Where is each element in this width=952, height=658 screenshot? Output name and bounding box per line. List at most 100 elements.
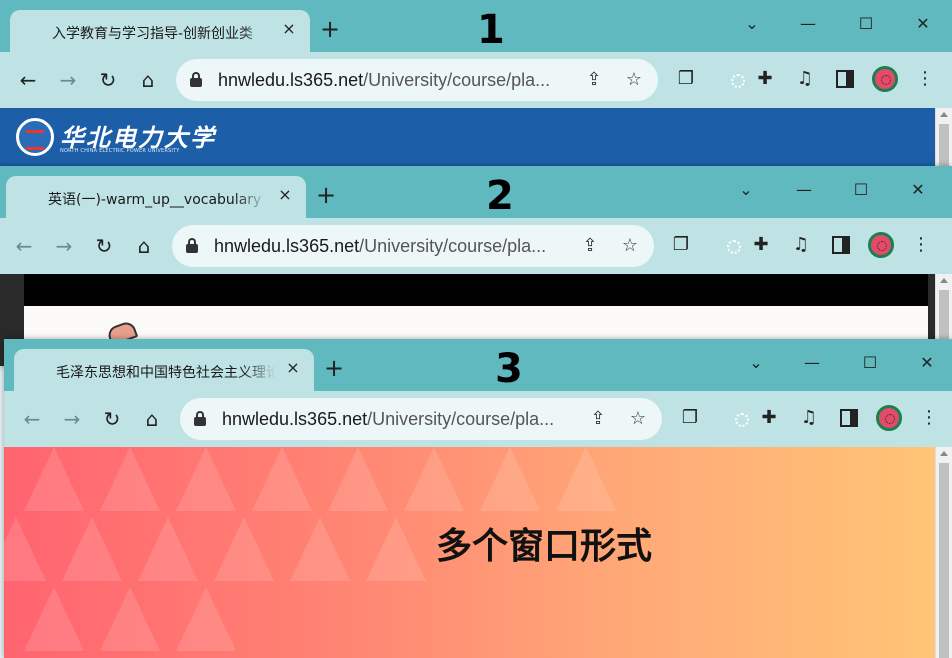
- vertical-scrollbar[interactable]: [935, 447, 952, 658]
- tab-title: 英语(一)-warm_up__vocabulary: [48, 192, 262, 208]
- tab-search-chevron-icon[interactable]: ⌄: [734, 178, 758, 202]
- new-tab-button[interactable]: +: [316, 16, 344, 44]
- address-bar[interactable]: hnwledu.ls365.net/University/course/pla.…: [176, 59, 658, 101]
- extensions-puzzle-icon[interactable]: ✚: [748, 232, 774, 258]
- menu-kebab-icon[interactable]: ⋮: [908, 232, 934, 258]
- bookmark-star-icon[interactable]: ☆: [626, 407, 650, 431]
- lock-icon[interactable]: [186, 238, 198, 254]
- window-number-label: 1: [477, 7, 505, 53]
- active-tab[interactable]: 英语(一)-warm_up__vocabulary ×: [6, 176, 306, 218]
- tab-close-icon[interactable]: ×: [276, 186, 294, 204]
- profile-avatar[interactable]: [872, 66, 898, 92]
- bookmark-star-icon[interactable]: ☆: [622, 68, 646, 92]
- window-close-button[interactable]: ✕: [911, 12, 935, 36]
- triangle-decoration: [214, 517, 274, 581]
- tab-search-chevron-icon[interactable]: ⌄: [744, 351, 768, 375]
- red-extension-icon[interactable]: [712, 66, 738, 92]
- media-control-icon[interactable]: ♫: [792, 66, 818, 92]
- active-tab[interactable]: 入学教育与学习指导-创新创业类 ×: [10, 10, 310, 52]
- tab-manager-extension-icon[interactable]: ❐: [677, 405, 703, 431]
- forward-button[interactable]: →: [50, 232, 78, 260]
- maximize-button[interactable]: ☐: [849, 178, 873, 202]
- tab-manager-extension-icon[interactable]: ❐: [668, 232, 694, 258]
- university-english-name: NORTH CHINA ELECTRIC POWER UNIVERSITY: [60, 148, 180, 154]
- triangle-decoration: [24, 587, 84, 651]
- lock-icon[interactable]: [190, 72, 202, 88]
- forward-button[interactable]: →: [58, 405, 86, 433]
- minimize-button[interactable]: —: [796, 12, 820, 36]
- extensions-puzzle-icon[interactable]: ✚: [756, 405, 782, 431]
- triangle-decoration: [100, 447, 160, 511]
- triangle-decoration: [176, 587, 236, 651]
- triangle-decoration: [328, 447, 388, 511]
- browser-window-2[interactable]: 英语(一)-warm_up__vocabulary × + 2 ⌄ — ☐ ✕ …: [0, 166, 952, 366]
- minimize-button[interactable]: —: [792, 178, 816, 202]
- page-content: 多个窗口形式: [4, 447, 952, 658]
- side-panel-icon[interactable]: [828, 232, 854, 258]
- triangle-decoration: [556, 447, 616, 511]
- side-panel-icon[interactable]: [832, 66, 858, 92]
- home-button[interactable]: ⌂: [138, 405, 166, 433]
- window-close-button[interactable]: ✕: [915, 351, 939, 375]
- title-bar: 毛泽东思想和中国特色社会主义理论 × + 3 ⌄ — ☐ ✕: [4, 339, 952, 391]
- title-bar: 入学教育与学习指导-创新创业类 × + 1 ⌄ — ☐ ✕: [0, 0, 952, 52]
- red-extension-icon[interactable]: [716, 405, 742, 431]
- reload-button[interactable]: ↻: [94, 66, 122, 94]
- share-icon[interactable]: ⇪: [582, 68, 606, 92]
- triangle-decoration: [404, 447, 464, 511]
- tab-manager-extension-icon[interactable]: ❐: [673, 66, 699, 92]
- reload-button[interactable]: ↻: [90, 232, 118, 260]
- back-button[interactable]: ←: [18, 405, 46, 433]
- browser-window-3[interactable]: 毛泽东思想和中国特色社会主义理论 × + 3 ⌄ — ☐ ✕ ← → ↻ ⌂ h…: [4, 339, 952, 658]
- lock-icon[interactable]: [194, 411, 206, 427]
- home-button[interactable]: ⌂: [134, 66, 162, 94]
- triangle-decoration: [290, 517, 350, 581]
- new-tab-button[interactable]: +: [320, 355, 348, 383]
- triangle-decoration: [366, 517, 426, 581]
- browser-toolbar: ← → ↻ ⌂ hnwledu.ls365.net/University/cou…: [0, 218, 952, 274]
- menu-kebab-icon[interactable]: ⋮: [912, 66, 938, 92]
- tab-title: 毛泽东思想和中国特色社会主义理论: [56, 365, 276, 381]
- url-text[interactable]: hnwledu.ls365.net/University/course/pla.…: [222, 408, 554, 430]
- maximize-button[interactable]: ☐: [858, 351, 882, 375]
- triangle-decoration: [100, 587, 160, 651]
- window-close-button[interactable]: ✕: [906, 178, 930, 202]
- tab-title: 入学教育与学习指导-创新创业类: [52, 26, 254, 42]
- reload-button[interactable]: ↻: [98, 405, 126, 433]
- active-tab[interactable]: 毛泽东思想和中国特色社会主义理论 ×: [14, 349, 314, 391]
- maximize-button[interactable]: ☐: [854, 12, 878, 36]
- triangle-decoration: [252, 447, 312, 511]
- back-button[interactable]: ←: [10, 232, 38, 260]
- back-button[interactable]: ←: [14, 66, 42, 94]
- media-control-icon[interactable]: ♫: [796, 405, 822, 431]
- tab-close-icon[interactable]: ×: [280, 20, 298, 38]
- university-logo-icon: [16, 118, 54, 156]
- triangle-decoration: [24, 447, 84, 511]
- forward-button[interactable]: →: [54, 66, 82, 94]
- home-button[interactable]: ⌂: [130, 232, 158, 260]
- media-control-icon[interactable]: ♫: [788, 232, 814, 258]
- share-icon[interactable]: ⇪: [578, 234, 602, 258]
- share-icon[interactable]: ⇪: [586, 407, 610, 431]
- triangle-decoration: [62, 517, 122, 581]
- menu-kebab-icon[interactable]: ⋮: [916, 405, 942, 431]
- red-extension-icon[interactable]: [708, 232, 734, 258]
- browser-toolbar: ← → ↻ ⌂ hnwledu.ls365.net/University/cou…: [4, 391, 952, 447]
- tab-close-icon[interactable]: ×: [284, 359, 302, 377]
- new-tab-button[interactable]: +: [312, 182, 340, 210]
- bookmark-star-icon[interactable]: ☆: [618, 234, 642, 258]
- extensions-puzzle-icon[interactable]: ✚: [752, 66, 778, 92]
- tab-search-chevron-icon[interactable]: ⌄: [740, 12, 764, 36]
- minimize-button[interactable]: —: [800, 351, 824, 375]
- profile-avatar[interactable]: [868, 232, 894, 258]
- window-number-label: 2: [486, 173, 514, 219]
- url-text[interactable]: hnwledu.ls365.net/University/course/pla.…: [214, 235, 546, 257]
- url-text[interactable]: hnwledu.ls365.net/University/course/pla.…: [218, 69, 550, 91]
- address-bar[interactable]: hnwledu.ls365.net/University/course/pla.…: [172, 225, 654, 267]
- address-bar[interactable]: hnwledu.ls365.net/University/course/pla.…: [180, 398, 662, 440]
- browser-toolbar: ← → ↻ ⌂ hnwledu.ls365.net/University/cou…: [0, 52, 952, 108]
- triangle-decoration: [138, 517, 198, 581]
- side-panel-icon[interactable]: [836, 405, 862, 431]
- triangle-decoration: [480, 447, 540, 511]
- profile-avatar[interactable]: [876, 405, 902, 431]
